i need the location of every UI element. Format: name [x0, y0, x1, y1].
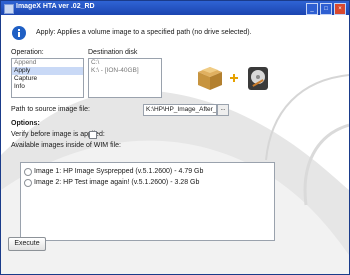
operation-item-apply[interactable]: Apply: [12, 67, 83, 75]
wim-image-label: Image 2: HP Test image again! (v.5.1.260…: [34, 179, 200, 186]
window-title: ImageX HTA ver .02_RD: [16, 3, 95, 10]
operation-item-info[interactable]: Info: [12, 83, 83, 91]
maximize-button[interactable]: □: [320, 3, 332, 15]
main-content: Apply: Applies a volume image to a speci…: [1, 15, 349, 274]
source-path-label: Path to source image file:: [11, 106, 90, 113]
destination-list[interactable]: C:\ K:\ - [ION-40GB]: [88, 58, 162, 98]
package-icon: [198, 67, 222, 90]
hard-disk-icon: [248, 67, 268, 90]
wim-image-label: Image 1: HP Image Sysprepped (v.5.1.2600…: [34, 168, 204, 175]
operation-list[interactable]: Append Apply Capture Info: [11, 58, 84, 98]
app-icon: [4, 4, 14, 14]
destination-label: Destination disk: [88, 49, 138, 56]
operation-item-append[interactable]: Append: [12, 59, 83, 67]
browse-button[interactable]: ...: [217, 104, 229, 116]
app-window: ImageX HTA ver .02_RD _ □ × Apply: Appli…: [0, 0, 350, 275]
execute-button[interactable]: Execute: [8, 237, 46, 251]
image-radio[interactable]: [24, 168, 32, 176]
operation-description: Apply: Applies a volume image to a speci…: [36, 29, 252, 36]
destination-item-c[interactable]: C:\: [89, 59, 161, 67]
title-bar[interactable]: ImageX HTA ver .02_RD _ □ ×: [1, 1, 349, 15]
minimize-button[interactable]: _: [306, 3, 318, 15]
arrow-icon: [230, 74, 238, 82]
wim-image-list[interactable]: Image 1: HP Image Sysprepped (v.5.1.2600…: [20, 162, 275, 241]
source-path-input[interactable]: K:\HP\HP_Image_After_2: [143, 104, 217, 116]
verify-checkbox[interactable]: [89, 131, 97, 139]
destination-item-k[interactable]: K:\ - [ION-40GB]: [89, 67, 161, 75]
options-heading: Options:: [11, 120, 40, 127]
close-button[interactable]: ×: [334, 3, 346, 15]
wim-images-label: Available images inside of WIM file:: [11, 142, 121, 149]
apply-image-graphic: [198, 67, 268, 90]
info-icon: [12, 26, 26, 40]
image-radio[interactable]: [24, 179, 32, 187]
operation-item-capture[interactable]: Capture: [12, 75, 83, 83]
operation-label: Operation:: [11, 49, 44, 56]
